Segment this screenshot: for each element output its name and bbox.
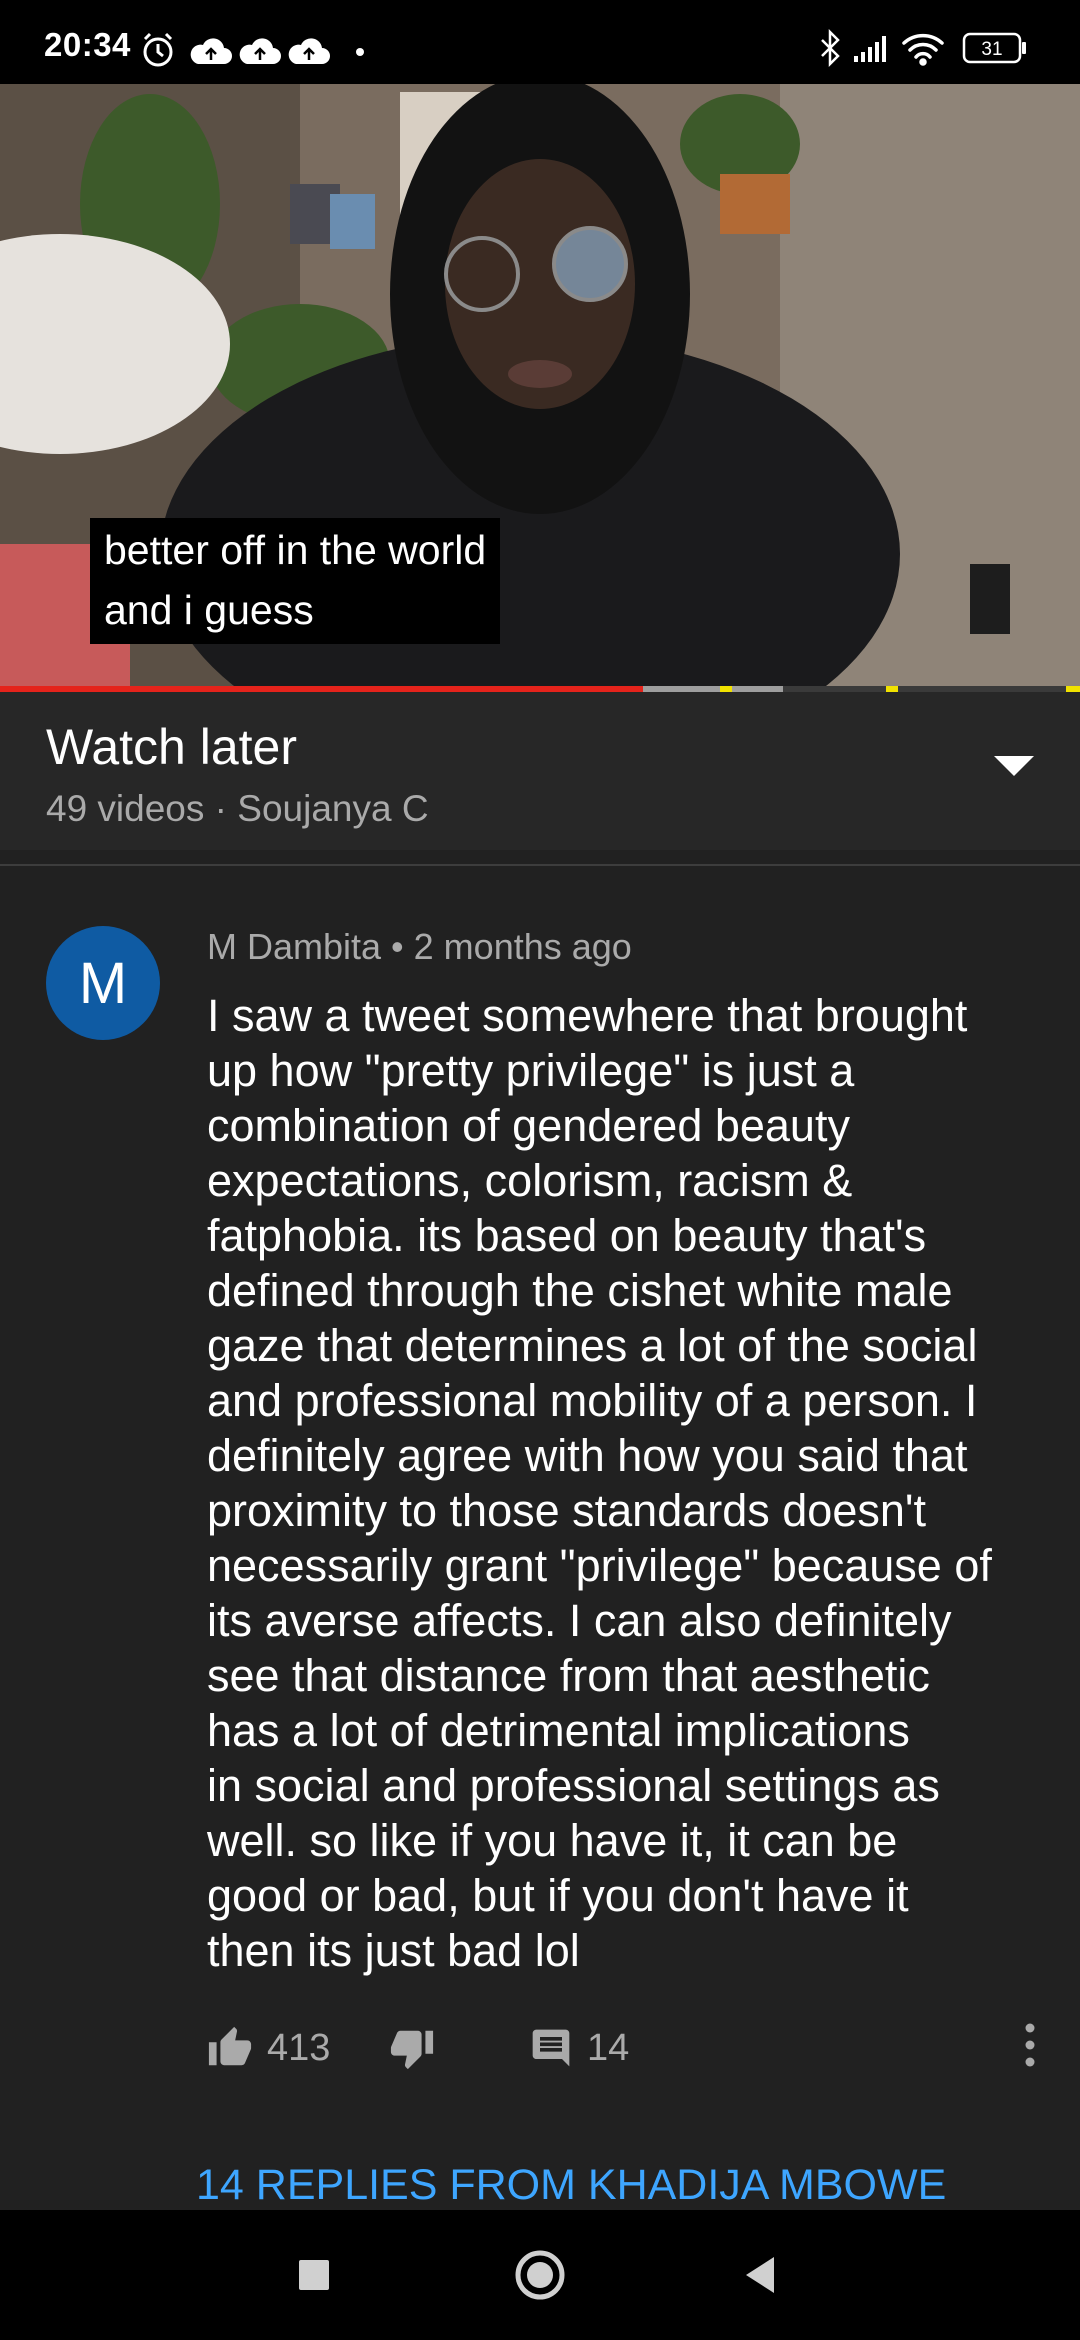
reply-button[interactable]: 14 (529, 2018, 629, 2078)
home-button[interactable] (480, 2210, 600, 2340)
comment-line: expectations, colorism, racism & (207, 1155, 853, 1206)
meta-separator: • (391, 926, 404, 967)
status-time: 20:34 (44, 26, 131, 63)
notification-icons (143, 32, 364, 67)
comment-time: 2 months ago (413, 926, 632, 967)
square-icon (299, 2260, 329, 2290)
chevron-down-icon[interactable] (994, 756, 1034, 776)
comment-line: necessarily grant "privilege" because of (207, 1540, 992, 1591)
battery-level: 31 (981, 39, 1002, 60)
avatar-letter: M (78, 950, 128, 1016)
cloud-upload-icon (239, 38, 281, 64)
caption-line: and i guess (104, 587, 314, 633)
more-options-icon[interactable] (1020, 2020, 1040, 2070)
home-circle-icon (515, 2250, 565, 2300)
status-bar: 20:34 31 (0, 0, 1080, 84)
comment-meta: M Dambita • 2 months ago (207, 926, 632, 968)
comment-author[interactable]: M Dambita (207, 926, 381, 967)
playlist-header[interactable]: Watch later 49 videos · Soujanya C (0, 692, 1080, 850)
like-count: 413 (267, 2026, 331, 2069)
comment-line: and professional mobility of a person. I (207, 1375, 978, 1426)
dot-icon (356, 48, 364, 56)
bluetooth-icon (821, 28, 840, 68)
comment-line: definitely agree with how you said that (207, 1430, 968, 1481)
recents-button[interactable] (254, 2210, 374, 2340)
dislike-button[interactable] (389, 2018, 435, 2078)
video-player[interactable]: better off in the world and i guess (0, 84, 1080, 692)
comment-line: has a lot of detrimental implications (207, 1705, 910, 1756)
cloud-upload-icon (190, 38, 232, 64)
reply-count: 14 (587, 2026, 630, 2069)
comment-icon (532, 2029, 570, 2067)
comment-line: I saw a tweet somewhere that brought (207, 990, 968, 1041)
comment-body: I saw a tweet somewhere that brought up h… (207, 988, 1047, 1978)
divider (0, 864, 1080, 866)
signal-icon (854, 36, 886, 62)
navigation-bar (0, 2210, 1080, 2340)
comment-line: see that distance from that aesthetic (207, 1650, 930, 1701)
back-button[interactable] (700, 2210, 820, 2340)
cloud-upload-icon (288, 38, 330, 64)
comment-line: in social and professional settings as (207, 1760, 940, 1811)
comment-actions: 413 14 (207, 2018, 1047, 2078)
comment-line: good or bad, but if you don't have it (207, 1870, 909, 1921)
alarm-icon (143, 32, 173, 67)
thumbs-down-icon (390, 2030, 434, 2070)
comment-line: well. so like if you have it, it can be (207, 1815, 898, 1866)
system-icons: 31 (814, 28, 1054, 68)
back-triangle-icon (746, 2257, 774, 2293)
comment-line: fatphobia. its based on beauty that's (207, 1210, 927, 1261)
comment-line: gaze that determines a lot of the social (207, 1320, 978, 1371)
playlist-subtitle: 49 videos · Soujanya C (46, 788, 429, 829)
thumbs-up-icon (208, 2026, 252, 2066)
battery-icon: 31 (962, 32, 1026, 64)
comment-line: then its just bad lol (207, 1925, 580, 1976)
comment-line: combination of gendered beauty (207, 1100, 850, 1151)
comment-line: defined through the cishet white male (207, 1265, 953, 1316)
caption-line: better off in the world (104, 527, 487, 573)
view-replies-link[interactable]: 14 REPLIES FROM KHADIJA MBOWE (196, 2160, 946, 2210)
avatar[interactable]: M (46, 926, 160, 1040)
comment-line: proximity to those standards doesn't (207, 1485, 926, 1536)
like-button[interactable]: 413 (207, 2018, 330, 2078)
wifi-icon (902, 33, 944, 66)
video-caption: better off in the world and i guess (90, 518, 501, 644)
comment-line: up how "pretty privilege" is just a (207, 1045, 855, 1096)
comment-line: its averse affects. I can also definitel… (207, 1595, 952, 1646)
playlist-title: Watch later (46, 719, 298, 775)
